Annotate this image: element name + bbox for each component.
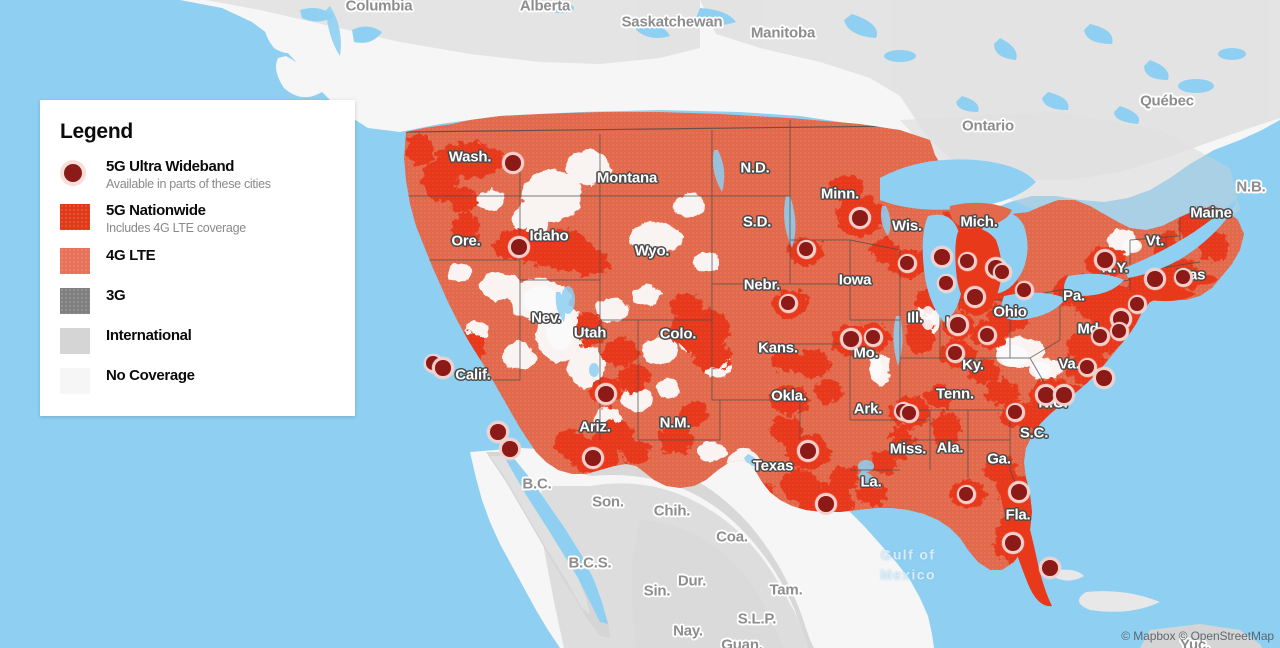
- uwb-city-marker[interactable]: [1094, 249, 1116, 271]
- legend-text-block: International: [106, 326, 192, 345]
- legend-sublabel: Available in parts of these cities: [106, 177, 271, 191]
- legend-item-3g[interactable]: 3G: [60, 286, 333, 316]
- uwb-city-marker[interactable]: [508, 236, 530, 258]
- uwb-city-marker[interactable]: [956, 484, 976, 504]
- legend-item-international[interactable]: International: [60, 326, 333, 356]
- uwb-city-marker[interactable]: [840, 328, 862, 350]
- uwb-city-marker[interactable]: [992, 262, 1012, 282]
- swatch-no-coverage: [60, 368, 90, 394]
- uwb-dot-icon: [60, 160, 86, 186]
- legend-text-block: No Coverage: [106, 366, 195, 385]
- legend-item-4g-lte[interactable]: 4G LTE: [60, 246, 333, 276]
- uwb-city-marker[interactable]: [796, 239, 816, 259]
- uwb-city-marker[interactable]: [977, 325, 997, 345]
- legend-text-block: 3G: [106, 286, 126, 305]
- legend-swatch-wrap: [60, 202, 106, 230]
- uwb-city-marker[interactable]: [499, 438, 521, 460]
- uwb-city-marker[interactable]: [1109, 321, 1129, 341]
- uwb-city-marker[interactable]: [1014, 280, 1034, 300]
- legend-swatch-wrap: [60, 366, 106, 394]
- legend-panel: Legend 5G Ultra Wideband Available in pa…: [40, 100, 355, 416]
- legend-swatch-wrap: [60, 286, 106, 314]
- uwb-city-marker[interactable]: [931, 246, 953, 268]
- uwb-city-marker[interactable]: [1090, 326, 1110, 346]
- uwb-city-marker[interactable]: [899, 403, 919, 423]
- uwb-city-marker[interactable]: [778, 293, 798, 313]
- uwb-city-marker[interactable]: [1093, 367, 1115, 389]
- legend-label: International: [106, 327, 192, 344]
- uwb-city-marker[interactable]: [1144, 268, 1166, 290]
- uwb-city-marker[interactable]: [947, 314, 969, 336]
- uwb-city-marker[interactable]: [502, 152, 524, 174]
- uwb-city-marker[interactable]: [432, 357, 454, 379]
- coverage-map-page: Gulf of Mexico Columbia Alberta Saskatch…: [0, 0, 1280, 648]
- legend-text-block: 5G Ultra Wideband Available in parts of …: [106, 158, 271, 192]
- legend-item-no-coverage[interactable]: No Coverage: [60, 366, 333, 396]
- uwb-city-marker[interactable]: [1005, 402, 1025, 422]
- map-attribution[interactable]: © Mapbox © OpenStreetMap: [1121, 629, 1274, 643]
- swatch-international: [60, 328, 90, 354]
- legend-swatch-wrap: [60, 246, 106, 274]
- legend-text-block: 4G LTE: [106, 246, 156, 265]
- legend-label: No Coverage: [106, 367, 195, 384]
- uwb-city-marker[interactable]: [1173, 267, 1193, 287]
- uwb-city-marker[interactable]: [863, 327, 883, 347]
- uwb-city-marker[interactable]: [1002, 532, 1024, 554]
- legend-label: 5G Ultra Wideband: [106, 158, 235, 175]
- uwb-city-marker[interactable]: [964, 286, 986, 308]
- swatch-4g-lte: [60, 248, 90, 274]
- legend-swatch-wrap: [60, 158, 106, 186]
- swatch-5g-nationwide: [60, 204, 90, 230]
- uwb-city-marker[interactable]: [849, 207, 871, 229]
- swatch-3g: [60, 288, 90, 314]
- legend-label: 3G: [106, 287, 126, 304]
- uwb-city-marker[interactable]: [897, 253, 917, 273]
- uwb-city-marker[interactable]: [797, 440, 819, 462]
- legend-sublabel: Includes 4G LTE coverage: [106, 221, 246, 235]
- legend-item-5g-ultra-wideband[interactable]: 5G Ultra Wideband Available in parts of …: [60, 158, 333, 192]
- legend-label: 5G Nationwide: [106, 202, 206, 219]
- uwb-city-marker[interactable]: [582, 447, 604, 469]
- legend-title: Legend: [60, 120, 133, 143]
- uwb-city-marker[interactable]: [1053, 384, 1075, 406]
- legend-label: 4G LTE: [106, 247, 156, 264]
- legend-item-5g-nationwide[interactable]: 5G Nationwide Includes 4G LTE coverage: [60, 202, 333, 236]
- uwb-city-marker[interactable]: [595, 383, 617, 405]
- uwb-city-marker[interactable]: [815, 493, 837, 515]
- legend-swatch-wrap: [60, 326, 106, 354]
- uwb-city-marker[interactable]: [957, 251, 977, 271]
- uwb-city-marker[interactable]: [1039, 557, 1061, 579]
- uwb-city-marker[interactable]: [936, 273, 956, 293]
- legend-text-block: 5G Nationwide Includes 4G LTE coverage: [106, 202, 246, 236]
- uwb-city-marker[interactable]: [1008, 481, 1030, 503]
- uwb-city-marker[interactable]: [1127, 294, 1147, 314]
- uwb-city-marker[interactable]: [945, 343, 965, 363]
